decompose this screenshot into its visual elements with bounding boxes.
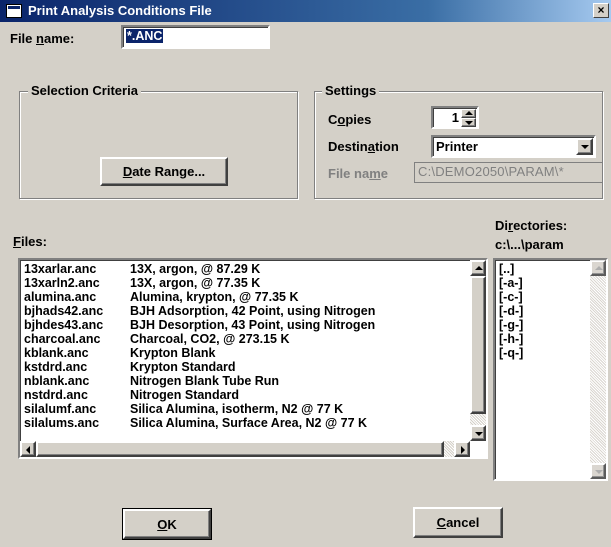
file-description: 13X, argon, @ 87.29 K xyxy=(130,262,261,276)
files-scroll-down-button[interactable] xyxy=(470,425,486,441)
file-description: 13X, argon, @ 77.35 K xyxy=(130,276,261,290)
file-name-label: File name: xyxy=(10,31,75,46)
output-file-name-label: File name xyxy=(328,166,388,181)
file-name: silalums.anc xyxy=(24,416,100,430)
arrow-down-icon xyxy=(475,432,483,436)
directories-path: c:\...\param xyxy=(495,237,564,252)
files-list[interactable]: 13xarlar.anc 13X, argon, @ 87.29 K 13xarln… xyxy=(18,258,488,459)
files-rows: 13xarlar.anc 13X, argon, @ 87.29 K 13xarln… xyxy=(22,262,469,430)
window-title: Print Analysis Conditions File xyxy=(28,3,212,18)
copies-spinner[interactable]: 1 xyxy=(431,106,479,129)
copies-value: 1 xyxy=(451,110,459,125)
cancel-label: Cancel xyxy=(436,515,480,530)
file-row[interactable]: 13xarlar.anc 13X, argon, @ 87.29 K xyxy=(22,262,469,276)
file-row[interactable]: alumina.anc Alumina, krypton, @ 77.35 K xyxy=(22,290,469,304)
directories-label: Directories: xyxy=(495,218,568,233)
directories-rows: [..] [-a-] [-c-] [-d-] [-g-] [-h-] [-q-] xyxy=(497,262,589,360)
file-name: kstdrd.anc xyxy=(24,360,88,374)
selection-criteria-legend: Selection Criteria xyxy=(28,83,141,98)
copies-label: Copies xyxy=(328,112,372,127)
file-name: alumina.anc xyxy=(24,290,97,304)
output-file-name-value: C:\DEMO2050\PARAM\* xyxy=(418,164,564,179)
app-window-icon xyxy=(6,4,22,18)
directory-item[interactable]: [-h-] xyxy=(497,332,589,346)
destination-value: Printer xyxy=(436,139,478,154)
directory-item[interactable]: [-q-] xyxy=(497,346,589,360)
files-vertical-thumb[interactable] xyxy=(470,276,486,414)
file-name: bjhads42.anc xyxy=(24,304,104,318)
file-row[interactable]: bjhdes43.anc BJH Desorption, 43 Point, us… xyxy=(22,318,469,332)
directory-item[interactable]: [..] xyxy=(497,262,589,276)
directory-item[interactable]: [-a-] xyxy=(497,276,589,290)
file-name: silalumf.anc xyxy=(24,402,97,416)
file-description: Silica Alumina, Surface Area, N2 @ 77 K xyxy=(130,416,368,430)
chevron-down-icon xyxy=(581,145,589,149)
file-description: Charcoal, CO2, @ 273.15 K xyxy=(130,332,290,346)
files-horizontal-scrollbar[interactable] xyxy=(20,441,470,457)
files-scroll-right-button[interactable] xyxy=(454,441,470,457)
close-button[interactable]: × xyxy=(593,3,609,18)
arrow-right-icon xyxy=(461,446,465,454)
files-label: Files: xyxy=(13,234,47,249)
output-file-name-input: C:\DEMO2050\PARAM\* xyxy=(414,162,603,183)
file-description: BJH Adsorption, 42 Point, using Nitrogen xyxy=(130,304,376,318)
destination-select[interactable]: Printer xyxy=(431,135,596,158)
file-name: kblank.anc xyxy=(24,346,89,360)
file-row[interactable]: bjhads42.anc BJH Adsorption, 42 Point, us… xyxy=(22,304,469,318)
copies-up-button[interactable] xyxy=(461,109,476,118)
file-row[interactable]: kstdrd.anc Krypton Standard xyxy=(22,360,469,374)
files-vertical-scrollbar[interactable] xyxy=(470,260,486,441)
files-scroll-left-button[interactable] xyxy=(20,441,36,457)
file-row[interactable]: 13xarln2.anc 13X, argon, @ 77.35 K xyxy=(22,276,469,290)
file-description: BJH Desorption, 43 Point, using Nitrogen xyxy=(130,318,376,332)
file-description: Silica Alumina, isotherm, N2 @ 77 K xyxy=(130,402,344,416)
file-description: Nitrogen Standard xyxy=(130,388,240,402)
cancel-button[interactable]: Cancel xyxy=(413,507,503,538)
files-horizontal-thumb[interactable] xyxy=(36,441,444,457)
file-description: Krypton Blank xyxy=(130,346,216,360)
file-name: nstdrd.anc xyxy=(24,388,88,402)
directory-item[interactable]: [-g-] xyxy=(497,318,589,332)
ok-label: OK xyxy=(157,516,177,532)
file-row[interactable]: charcoal.anc Charcoal, CO2, @ 273.15 K xyxy=(22,332,469,346)
directories-scroll-up-button[interactable] xyxy=(590,260,606,276)
file-name-input[interactable]: *.ANC xyxy=(121,25,270,49)
date-range-button[interactable]: Date Range... xyxy=(100,157,228,186)
file-description: Krypton Standard xyxy=(130,360,236,374)
arrow-up-icon xyxy=(475,266,483,270)
file-row[interactable]: nstdrd.anc Nitrogen Standard xyxy=(22,388,469,402)
file-name: 13xarln2.anc xyxy=(24,276,100,290)
arrow-up-icon xyxy=(595,266,603,270)
arrow-down-icon xyxy=(595,470,603,474)
arrow-down-icon xyxy=(465,121,473,125)
destination-label: Destination xyxy=(328,139,399,154)
file-name-value: *.ANC xyxy=(126,29,164,43)
settings-legend: Settings xyxy=(322,83,380,98)
file-row[interactable]: kblank.anc Krypton Blank xyxy=(22,346,469,360)
directories-vertical-scrollbar[interactable] xyxy=(590,260,606,479)
file-row[interactable]: silalumf.anc Silica Alumina, isotherm, N2… xyxy=(22,402,469,416)
file-row[interactable]: nblank.anc Nitrogen Blank Tube Run xyxy=(22,374,469,388)
directory-item[interactable]: [-d-] xyxy=(497,304,589,318)
directory-item[interactable]: [-c-] xyxy=(497,290,589,304)
files-scroll-up-button[interactable] xyxy=(470,260,486,276)
file-name: bjhdes43.anc xyxy=(24,318,104,332)
directories-list[interactable]: [..] [-a-] [-c-] [-d-] [-g-] [-h-] [-q-] xyxy=(493,258,608,481)
ok-button[interactable]: OK xyxy=(123,509,211,539)
date-range-label: Date Range... xyxy=(122,164,206,179)
file-name: nblank.anc xyxy=(24,374,90,388)
file-name: charcoal.anc xyxy=(24,332,101,346)
destination-dropdown-button[interactable] xyxy=(576,138,593,155)
copies-down-button[interactable] xyxy=(461,118,476,127)
arrow-up-icon xyxy=(465,111,473,115)
arrow-left-icon xyxy=(26,446,30,454)
file-name: 13xarlar.anc xyxy=(24,262,97,276)
file-description: Alumina, krypton, @ 77.35 K xyxy=(130,290,299,304)
file-description: Nitrogen Blank Tube Run xyxy=(130,374,280,388)
directories-scroll-down-button[interactable] xyxy=(590,463,606,479)
file-row[interactable]: silalums.anc Silica Alumina, Surface Area… xyxy=(22,416,469,430)
close-icon: × xyxy=(597,3,605,17)
